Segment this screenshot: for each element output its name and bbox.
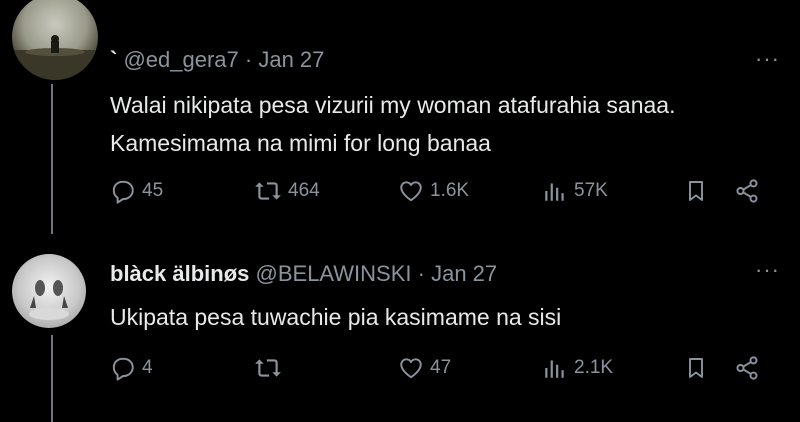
retweet-icon xyxy=(255,182,281,200)
user-handle[interactable]: @ed_gera7 xyxy=(123,47,238,72)
share-icon xyxy=(736,356,758,380)
tweet-date[interactable]: Jan 27 xyxy=(258,47,324,72)
user-handle[interactable]: @BELAWINSKI xyxy=(256,261,412,286)
retweet-icon xyxy=(255,359,281,377)
views-button[interactable]: 2.1K xyxy=(542,355,613,381)
tweet[interactable]: blàck älbinøs @BELAWINSKI · Jan 27 ··· U… xyxy=(0,235,800,422)
like-count: 1.6K xyxy=(430,180,470,201)
tweet-text: Walai nikipata pesa vizurii my woman ata… xyxy=(110,92,676,156)
tweet-header: blàck älbinøs @BELAWINSKI · Jan 27 xyxy=(110,261,497,287)
tweet-actions: 4 47 2.1K xyxy=(0,355,800,391)
like-count: 47 xyxy=(430,357,452,378)
heart-icon xyxy=(400,358,422,379)
avatar-silhouette xyxy=(12,35,98,80)
tweet-actions: 45 464 1.6K 57K xyxy=(0,178,800,214)
share-button[interactable] xyxy=(734,178,760,204)
retweet-count: 464 xyxy=(288,180,320,201)
avatar-figures xyxy=(29,280,69,320)
view-count: 57K xyxy=(574,180,608,201)
reply-count: 45 xyxy=(142,180,164,201)
more-icon[interactable]: ··· xyxy=(755,46,780,72)
display-name[interactable]: blàck älbinøs xyxy=(110,261,249,286)
share-icon xyxy=(736,179,758,203)
like-button[interactable]: 1.6K xyxy=(398,178,469,204)
like-button[interactable]: 47 xyxy=(398,355,451,381)
retweet-button[interactable] xyxy=(254,355,288,381)
views-button[interactable]: 57K xyxy=(542,178,608,204)
bookmark-button[interactable] xyxy=(684,178,708,204)
reply-button[interactable]: 4 xyxy=(110,355,153,381)
tweet-date[interactable]: Jan 27 xyxy=(431,261,497,286)
reply-icon xyxy=(112,357,134,381)
reply-button[interactable]: 45 xyxy=(110,178,163,204)
tweet[interactable]: ` @ed_gera7 · Jan 27 ··· Walai nikipata … xyxy=(0,0,800,235)
view-count: 2.1K xyxy=(574,357,614,378)
display-name[interactable]: ` xyxy=(110,47,117,72)
bookmark-button[interactable] xyxy=(684,355,708,381)
bookmark-icon xyxy=(689,358,703,378)
tweet-text: Ukipata pesa tuwachie pia kasimame na si… xyxy=(110,304,562,330)
avatar[interactable] xyxy=(12,254,86,328)
avatar[interactable] xyxy=(12,0,98,80)
reply-count: 4 xyxy=(142,357,153,378)
views-icon xyxy=(545,183,564,201)
separator-dot: · xyxy=(244,47,253,72)
tweet-header: ` @ed_gera7 · Jan 27 xyxy=(110,47,324,73)
separator-dot: · xyxy=(417,261,425,286)
reply-icon xyxy=(112,180,134,204)
share-button[interactable] xyxy=(734,355,760,381)
more-icon[interactable]: ··· xyxy=(755,257,780,283)
heart-icon xyxy=(400,181,422,202)
views-icon xyxy=(545,360,564,378)
bookmark-icon xyxy=(689,181,703,201)
retweet-button[interactable]: 464 xyxy=(254,178,320,204)
